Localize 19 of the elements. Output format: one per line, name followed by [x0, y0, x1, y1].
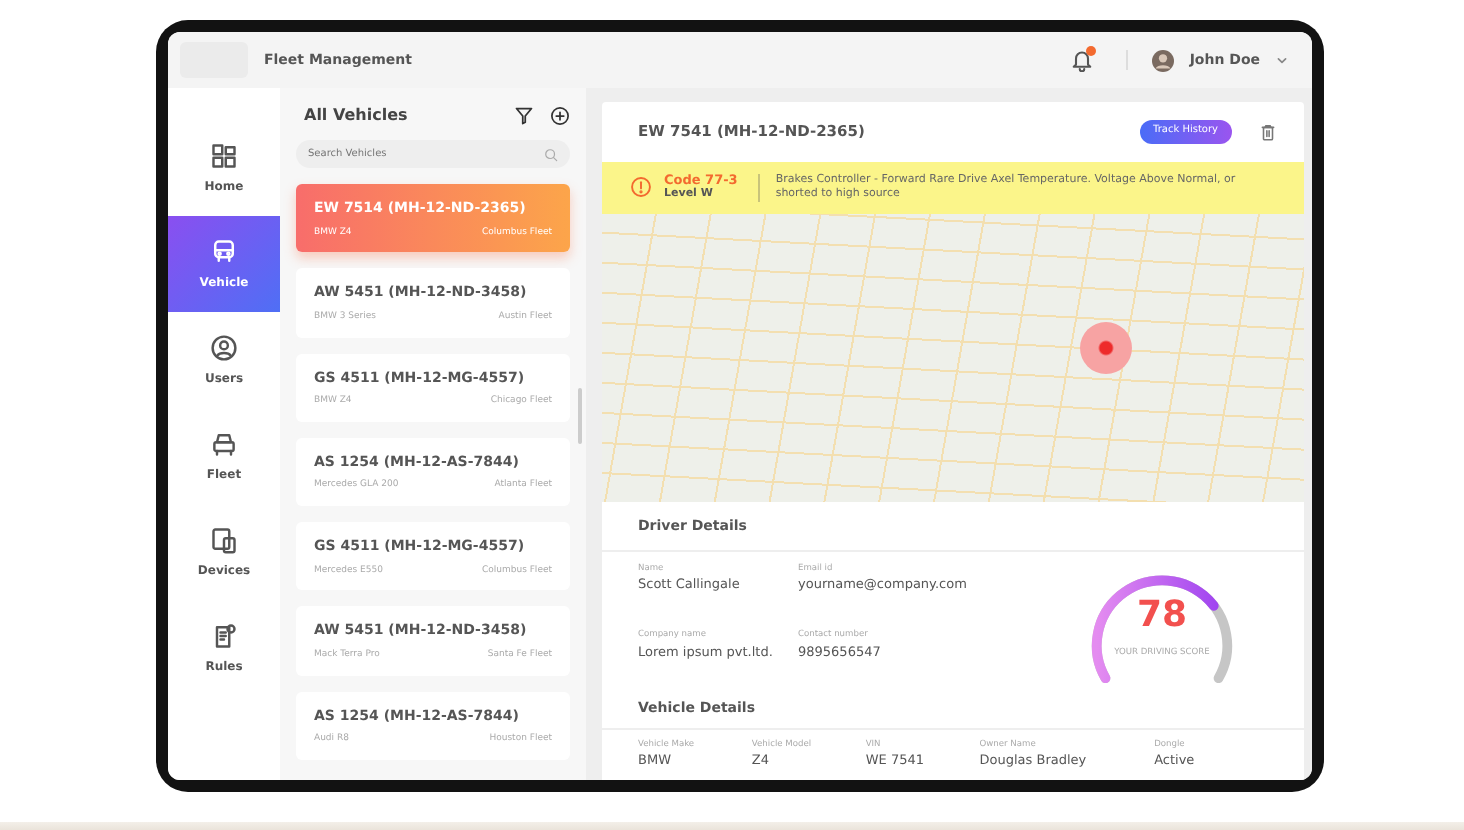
devices-icon	[210, 525, 238, 553]
filter-icon[interactable]	[514, 106, 534, 126]
score-gauge-drawing	[1091, 575, 1233, 683]
bus-icon	[210, 237, 238, 265]
trash-icon[interactable]	[1260, 123, 1276, 141]
bell-icon[interactable]	[1069, 48, 1094, 72]
document-icon	[210, 621, 238, 649]
chevron-down-icon[interactable]	[1276, 54, 1288, 66]
avatar-icon[interactable]	[1151, 49, 1174, 71]
scrollbar-thumb[interactable]	[578, 388, 582, 444]
car-icon	[210, 429, 238, 457]
alert-icon	[630, 176, 652, 199]
panel-title: All Vehicles	[304, 104, 410, 128]
user-icon	[210, 333, 238, 361]
add-icon[interactable]	[550, 106, 570, 126]
search-icon	[544, 147, 558, 161]
dashboard-icon	[210, 141, 238, 169]
map-marker-icon[interactable]	[1079, 322, 1132, 375]
score-value: 78	[1134, 597, 1190, 634]
